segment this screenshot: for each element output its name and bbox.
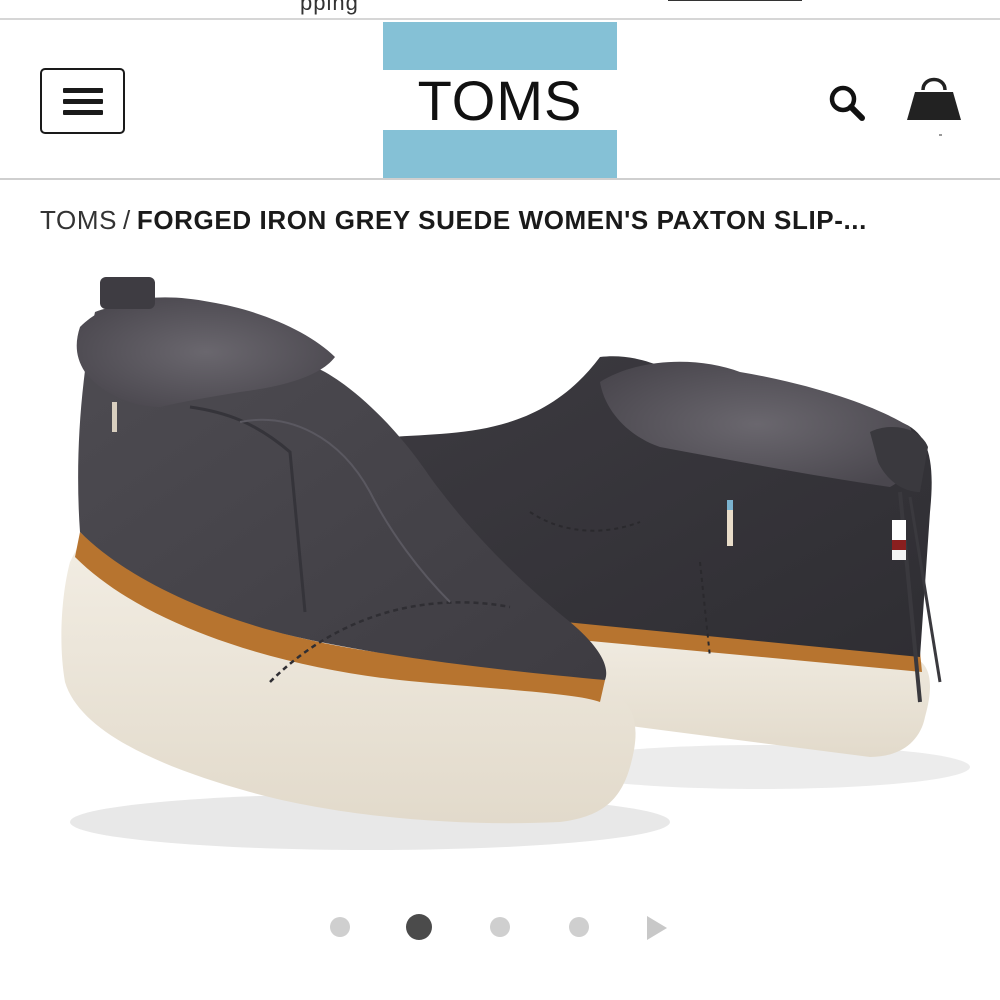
carousel-dot-1[interactable] bbox=[330, 917, 350, 937]
breadcrumb-separator: / bbox=[123, 205, 131, 235]
cart-button[interactable] bbox=[905, 68, 963, 146]
hamburger-menu-icon-bar bbox=[62, 98, 103, 104]
promo-text: pping bbox=[300, 0, 359, 15]
logo-band-bottom bbox=[383, 130, 617, 178]
search-icon bbox=[829, 85, 865, 121]
carousel-dot-3[interactable] bbox=[490, 917, 510, 937]
breadcrumb-home-link[interactable]: TOMS bbox=[40, 205, 117, 235]
shopping-bag-icon bbox=[907, 77, 961, 136]
search-button[interactable] bbox=[826, 82, 870, 126]
logo-wordmark: TOMS bbox=[417, 68, 583, 132]
carousel-dot-4[interactable] bbox=[569, 917, 589, 937]
product-photo bbox=[61, 277, 970, 850]
product-image[interactable] bbox=[40, 262, 980, 882]
image-carousel-indicators bbox=[320, 905, 680, 949]
toms-logo[interactable]: TOMS bbox=[383, 22, 617, 178]
breadcrumb-current-product: FORGED IRON GREY SUEDE WOMEN'S PAXTON SL… bbox=[136, 205, 867, 235]
site-header: TOMS bbox=[0, 20, 1000, 180]
hamburger-menu-icon bbox=[62, 87, 103, 93]
product-page: pping TOMS TOMS / FORGED IRON GREY SUEDE… bbox=[0, 0, 1000, 1000]
play-arrow-icon bbox=[647, 916, 667, 940]
menu-button[interactable] bbox=[40, 68, 125, 134]
promo-banner[interactable]: pping bbox=[0, 0, 1000, 20]
promo-link-underline[interactable] bbox=[668, 0, 802, 1]
carousel-dot-2-active[interactable] bbox=[406, 914, 432, 940]
carousel-next-button[interactable] bbox=[645, 915, 669, 941]
breadcrumb: TOMS / FORGED IRON GREY SUEDE WOMEN'S PAXT… bbox=[40, 205, 970, 239]
logo-band-top bbox=[383, 22, 617, 70]
hamburger-menu-icon-bar bbox=[62, 109, 103, 115]
